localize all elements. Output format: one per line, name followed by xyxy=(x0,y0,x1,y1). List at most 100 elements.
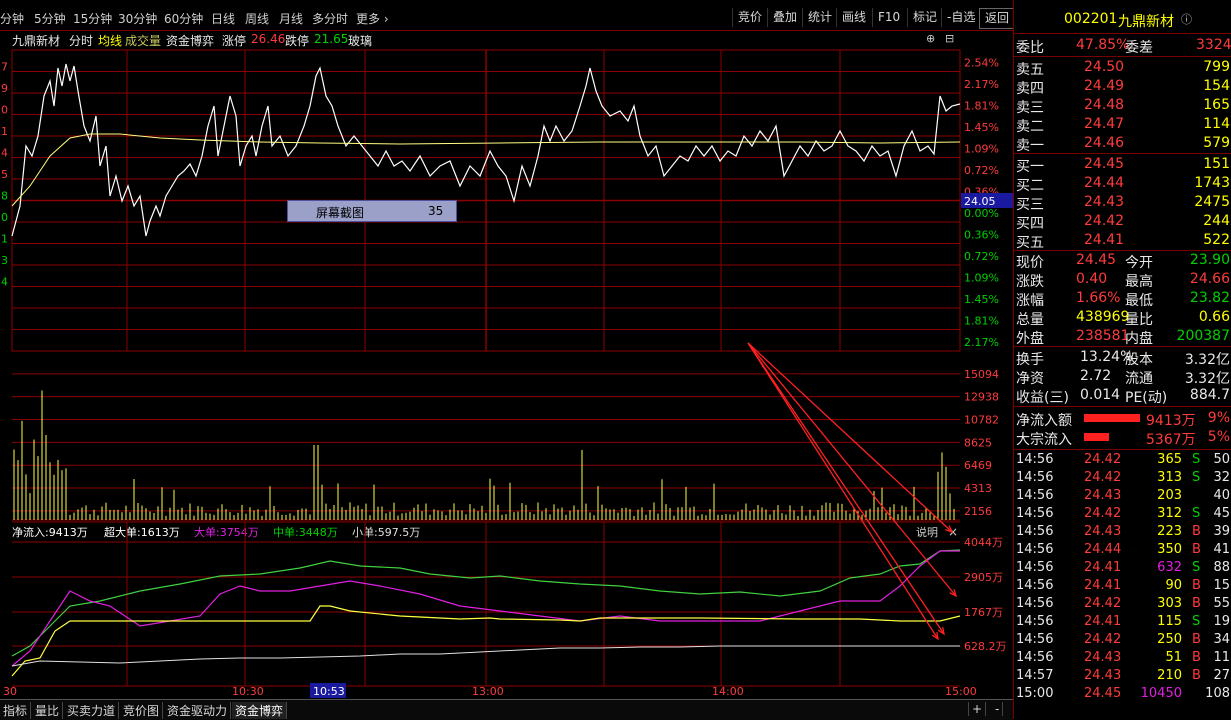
stat-value: 884.7 xyxy=(1189,387,1230,403)
period-1min[interactable]: 分钟 xyxy=(0,10,24,27)
watchlist-button[interactable]: -自选 xyxy=(941,8,980,27)
tick-time: 14:56 xyxy=(1016,524,1054,539)
tick-count: 39 xyxy=(1213,524,1230,539)
time-axis-label: 15:00 xyxy=(945,685,977,698)
stat-label: 净资 xyxy=(1016,371,1044,387)
limit-down-value: 21.65 xyxy=(314,32,349,46)
left-cut-label: 4 xyxy=(1,147,8,160)
ask-row: 卖三 24.48 165 xyxy=(1014,96,1231,116)
bid-row: 买一 24.45 151 xyxy=(1014,155,1231,175)
left-cut-label: 0 xyxy=(1,211,8,224)
bid-label: 买一 xyxy=(1016,159,1044,175)
period-5min[interactable]: 5分钟 xyxy=(34,10,66,27)
stock-header: 002201 九鼎新材 ⓘ xyxy=(1014,10,1231,30)
period-more[interactable]: 更多 › xyxy=(356,10,389,27)
time-axis-label: 14:00 xyxy=(712,685,744,698)
statistics-button[interactable]: 统计 xyxy=(802,8,837,27)
period-monthly[interactable]: 月线 xyxy=(279,10,303,27)
tick-count: 50 xyxy=(1213,452,1230,467)
back-button[interactable]: 返回 xyxy=(979,8,1016,29)
tick-time: 14:56 xyxy=(1016,632,1054,647)
tab-auction-chart[interactable]: 竞价图 xyxy=(120,702,164,719)
tick-volume: 203 xyxy=(1157,488,1182,503)
ask-volume: 579 xyxy=(1203,135,1230,151)
tick-time: 14:56 xyxy=(1016,488,1054,503)
time-axis-label: 30 xyxy=(3,685,17,698)
add-icon[interactable]: ⊕ xyxy=(926,32,935,45)
flow-row: 净流入额 9413万 9% xyxy=(1014,409,1231,429)
period-multi[interactable]: 多分时 xyxy=(312,10,348,27)
bid-price: 24.43 xyxy=(1084,194,1125,210)
bid-auction-button[interactable]: 竞价 xyxy=(732,8,767,27)
tick-price: 24.42 xyxy=(1084,596,1122,611)
ask-row: 卖四 24.49 154 xyxy=(1014,77,1231,97)
fund-axis-label: 2905万 xyxy=(964,571,1003,584)
period-weekly[interactable]: 周线 xyxy=(245,10,269,27)
tick-time: 14:56 xyxy=(1016,614,1054,629)
tick-price: 24.42 xyxy=(1084,470,1122,485)
left-cut-label: 5 xyxy=(1,168,8,181)
tick-time: 14:56 xyxy=(1016,542,1054,557)
tick-price: 24.43 xyxy=(1084,488,1122,503)
draw-line-button[interactable]: 画线 xyxy=(836,8,871,27)
current-price-value: 24.05 xyxy=(964,195,996,208)
quote-row: 涨跌 0.40 最高 24.66 xyxy=(1014,270,1231,290)
volume-axis-label: 12938 xyxy=(964,391,999,404)
tab-buy-sell-force[interactable]: 买卖力道 xyxy=(64,702,120,719)
tick-side: B xyxy=(1192,578,1201,593)
tick-row: 14:56 24.41 115 S 19 xyxy=(1014,613,1231,632)
volume-axis-label: 6469 xyxy=(964,459,992,472)
bid-volume: 2475 xyxy=(1194,194,1230,210)
stat-value: 2.72 xyxy=(1080,368,1112,384)
tab-volume-ratio[interactable]: 量比 xyxy=(32,702,64,719)
flow-row: 大宗流入 5367万 5% xyxy=(1014,428,1231,448)
tick-price: 24.42 xyxy=(1084,452,1122,467)
top-toolbar: 分钟 5分钟 15分钟 30分钟 60分钟 日线 周线 月线 多分时 更多 › … xyxy=(0,0,1016,31)
ask-volume: 165 xyxy=(1203,97,1230,113)
intraday-chart[interactable]: 2.54% 2.17% 1.81% 1.45% 1.09% 0.72% 0.36% 0.00%… xyxy=(0,46,1013,699)
tick-count: 11 xyxy=(1213,650,1230,665)
info-icon[interactable]: ⓘ xyxy=(1181,11,1192,27)
zoom-in-button[interactable]: + xyxy=(968,702,987,716)
fund-axis-label: 628.2万 xyxy=(964,640,1007,653)
tab-fund-drive[interactable]: 资金驱动力 xyxy=(164,702,232,719)
tab-fund-game-active[interactable]: 资金博弈 xyxy=(232,702,288,719)
price-axis-label: 1.09% xyxy=(964,272,999,285)
price-axis-label: 0.00% xyxy=(964,207,999,220)
quote-row: 现价 24.45 今开 23.90 xyxy=(1014,251,1231,271)
screenshot-popup[interactable]: 屏幕截图 35 xyxy=(287,200,457,222)
minimize-icon[interactable]: ⊟ xyxy=(945,32,954,45)
tab-indicator[interactable]: 指标 xyxy=(0,702,32,719)
tick-side: S xyxy=(1192,614,1201,629)
tick-side: B xyxy=(1192,524,1201,539)
annotation-arrow-line xyxy=(747,342,953,533)
time-axis-label: 10:30 xyxy=(232,685,264,698)
tick-side: S xyxy=(1192,560,1201,575)
period-60min[interactable]: 60分钟 xyxy=(164,10,203,27)
price-axis-label: 2.54% xyxy=(964,57,999,70)
zoom-out-button[interactable]: - xyxy=(992,702,1004,716)
ask-volume: 114 xyxy=(1203,116,1230,132)
limit-up-value: 26.46 xyxy=(251,32,286,46)
tick-price: 24.41 xyxy=(1084,560,1122,575)
period-15min[interactable]: 15分钟 xyxy=(73,10,112,27)
flow-value: 5367万 xyxy=(1146,432,1196,448)
tick-volume: 365 xyxy=(1157,452,1182,467)
ask-label: 卖二 xyxy=(1016,119,1044,135)
quote-label: 外盘 xyxy=(1016,331,1044,347)
flow-bar xyxy=(1084,433,1109,441)
f10-button[interactable]: F10 xyxy=(872,8,905,27)
period-30min[interactable]: 30分钟 xyxy=(118,10,157,27)
tick-volume: 250 xyxy=(1157,632,1182,647)
tick-row: 14:56 24.42 250 B 34 xyxy=(1014,631,1231,650)
tick-count: 40 xyxy=(1213,488,1230,503)
mark-button[interactable]: 标记 xyxy=(907,8,942,27)
overlay-button[interactable]: 叠加 xyxy=(767,8,802,27)
tick-time: 14:56 xyxy=(1016,470,1054,485)
stat-label: 股本 xyxy=(1125,352,1153,368)
stock-code: 002201 xyxy=(1064,11,1118,27)
tick-side: S xyxy=(1192,506,1201,521)
fund-axis-label: 4044万 xyxy=(964,536,1003,549)
period-daily[interactable]: 日线 xyxy=(211,10,235,27)
weibi-row: 委比 47.85% 委差 3324 xyxy=(1016,37,1231,56)
